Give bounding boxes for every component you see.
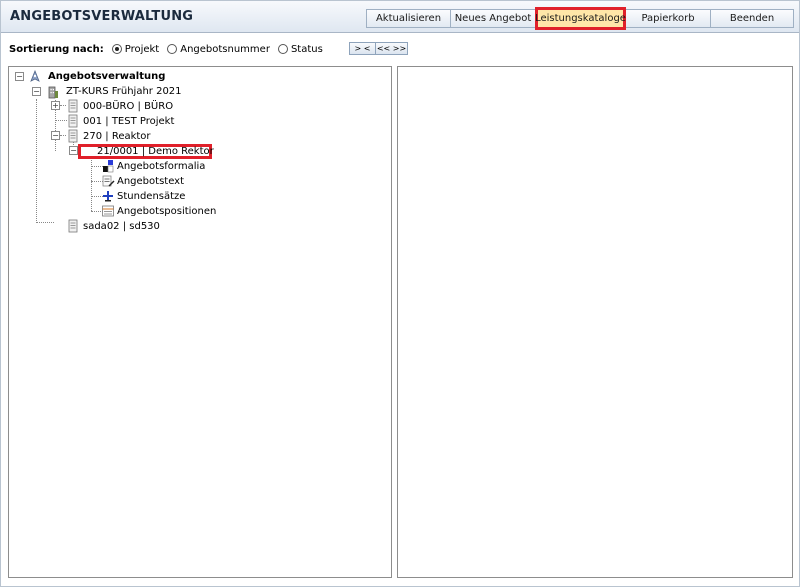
tree-connector	[91, 156, 92, 211]
text-edit-icon	[101, 174, 115, 188]
tree-child-label[interactable]: Angebotspositionen	[117, 205, 216, 219]
app-title: ANGEBOTSVERWALTUNG	[10, 9, 194, 24]
hourly-rate-icon	[101, 189, 115, 203]
radio-selected-icon	[111, 44, 122, 54]
sort-option-label: Projekt	[124, 43, 160, 55]
tree-project-label[interactable]: sada02 | sd530	[83, 220, 160, 234]
service-catalogs-button[interactable]: Leistungskataloge	[535, 7, 626, 30]
document-icon	[66, 219, 80, 233]
document-icon	[66, 129, 80, 143]
tree-offer-label: 21/0001 | Demo Rektor	[97, 146, 214, 157]
tree-project-label[interactable]: 001 | TEST Projekt	[83, 115, 174, 129]
tree-connector	[36, 222, 54, 223]
sort-option-label: Angebotsnummer	[180, 43, 270, 55]
radio-icon	[167, 44, 178, 54]
tree-course-label[interactable]: ZT-KURS Frühjahr 2021	[66, 85, 182, 99]
tree-nav-buttons: > < << >>	[349, 42, 408, 55]
document-icon	[66, 99, 80, 113]
header-bar: ANGEBOTSVERWALTUNG Aktualisieren Neues A…	[1, 1, 799, 33]
sort-option-projekt[interactable]: Projekt	[111, 43, 160, 55]
sort-option-label: Status	[290, 43, 323, 55]
sort-option-status[interactable]: Status	[277, 43, 323, 55]
toolbar: Aktualisieren Neues Angebot Leistungskat…	[366, 7, 794, 30]
collapse-toggle[interactable]: −	[69, 146, 78, 155]
tree-project-label[interactable]: 270 | Reaktor	[83, 130, 151, 144]
offer-tree: − Angebotsverwaltung − ZT-KURS Frühjahr …	[9, 67, 391, 577]
tree-child-label[interactable]: Stundensätze	[117, 190, 185, 204]
radio-icon	[277, 44, 288, 54]
sort-row: Sortierung nach: Projekt Angebotsnummer …	[9, 42, 331, 56]
tree-child-label[interactable]: Angebotstext	[117, 175, 184, 189]
new-offer-button[interactable]: Neues Angebot	[450, 9, 536, 28]
document-icon	[66, 114, 80, 128]
tree-root-label[interactable]: Angebotsverwaltung	[48, 70, 165, 84]
expand-toggle[interactable]: +	[51, 101, 60, 110]
building-icon	[46, 85, 60, 99]
tree-offer-node[interactable]: 21/0001 | Demo Rektor	[78, 144, 214, 159]
sort-label: Sortierung nach:	[9, 43, 104, 55]
collapse-toggle[interactable]: −	[15, 72, 24, 81]
rocket-icon	[28, 69, 42, 84]
tree-panel[interactable]: − Angebotsverwaltung − ZT-KURS Frühjahr …	[8, 66, 392, 578]
exit-button[interactable]: Beenden	[710, 9, 794, 28]
tree-child-label[interactable]: Angebotsformalia	[117, 160, 205, 174]
trash-button[interactable]: Papierkorb	[625, 9, 711, 28]
detail-panel	[397, 66, 793, 578]
tree-connector	[36, 99, 37, 223]
expand-tree-button[interactable]: > <	[349, 42, 376, 55]
collapse-toggle[interactable]: −	[51, 131, 60, 140]
tree-project-label[interactable]: 000-BÜRO | BÜRO	[83, 100, 173, 114]
refresh-button[interactable]: Aktualisieren	[366, 9, 451, 28]
formalia-icon	[101, 159, 115, 173]
collapse-tree-button[interactable]: << >>	[375, 42, 408, 55]
collapse-toggle[interactable]: −	[32, 87, 41, 96]
sort-option-angebotsnummer[interactable]: Angebotsnummer	[167, 44, 270, 55]
positions-icon	[101, 204, 115, 218]
